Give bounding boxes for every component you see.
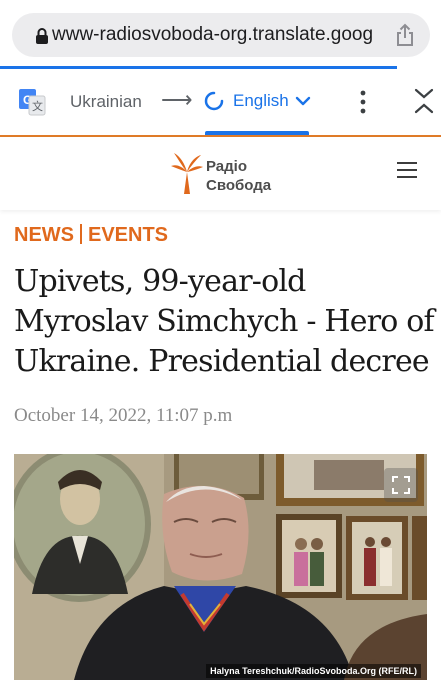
hamburger-menu-icon[interactable] [396,160,418,180]
source-language-tab[interactable]: Ukrainian [70,92,142,112]
photo-credit: Halyna Tereshchuk/RadioSvoboda.Org (RFE/… [206,664,421,678]
collapse-icon[interactable] [413,86,435,116]
share-icon[interactable] [392,22,418,48]
photo-illustration [14,454,427,680]
browser-toolbar: www-radiosvoboda-org.translate.goog [0,0,441,66]
address-bar[interactable]: www-radiosvoboda-org.translate.goog [12,13,430,57]
category-separator [80,224,82,244]
article-headline: Upivets, 99-year-old Myroslav Simchych -… [14,264,435,379]
category-news-link[interactable]: NEWS [14,224,74,246]
target-language-tab[interactable]: English [233,91,289,111]
article-category: NEWS EVENTS [14,224,168,247]
logo-text-line1: Радіо [206,158,248,175]
chevron-down-icon[interactable] [295,95,311,107]
lock-icon [36,28,48,44]
translate-bar: G 文 Ukrainian ⟶ English [0,69,441,135]
google-translate-icon: G 文 [19,89,46,116]
category-events-link[interactable]: EVENTS [88,224,168,246]
site-header: Радіо Свобода [0,137,441,210]
logo-text-line2: Свобода [206,177,272,194]
more-options-icon[interactable] [356,89,370,115]
arrow-icon: ⟶ [161,87,193,112]
article-photo[interactable]: Halyna Tereshchuk/RadioSvoboda.Org (RFE/… [14,454,427,680]
fullscreen-icon [392,476,410,494]
loading-spinner-icon [204,91,224,111]
svg-text:文: 文 [32,99,43,113]
article-date: October 14, 2022, 11:07 p.m [14,405,233,426]
url-text[interactable]: www-radiosvoboda-org.translate.goog [52,22,402,48]
radio-svoboda-logo-icon[interactable] [170,148,204,196]
expand-image-button[interactable] [384,468,418,502]
